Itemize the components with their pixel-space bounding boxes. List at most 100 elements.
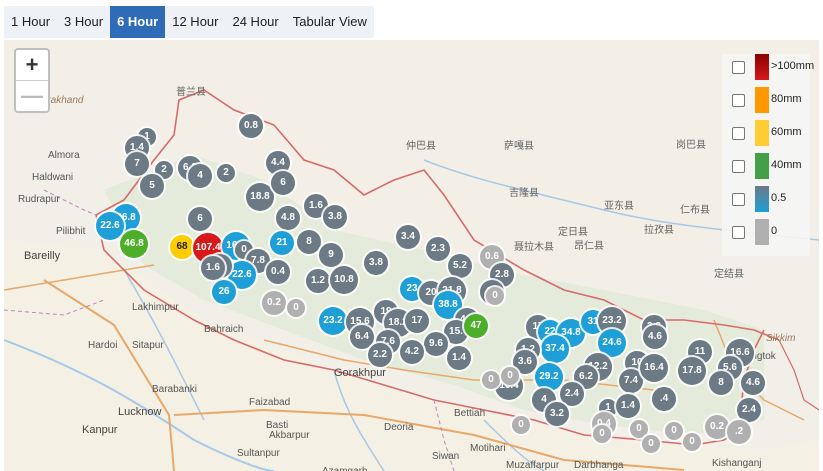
rainfall-marker[interactable]: 0.2 [262, 291, 286, 315]
rainfall-marker[interactable]: 1.4 [616, 394, 640, 418]
tab-24-hour[interactable]: 24 Hour [225, 6, 285, 38]
place-label: Pilibhit [56, 226, 86, 237]
legend-row: 60mm [722, 120, 810, 146]
place-label: Darbhanga [574, 460, 624, 471]
place-label: Kishanganj [712, 458, 762, 469]
rainfall-marker[interactable]: 3.2 [545, 402, 569, 426]
rainfall-marker[interactable]: 0.4 [266, 260, 290, 284]
rainfall-marker[interactable]: 3.8 [364, 251, 388, 275]
place-label: Faizabad [249, 397, 291, 408]
rainfall-marker[interactable]: 5.2 [448, 254, 472, 278]
rainfall-marker[interactable]: 16.4 [640, 354, 668, 382]
place-label: Barabanki [152, 384, 198, 395]
rainfall-marker[interactable]: 6.4 [350, 325, 374, 349]
legend-label: 0 [771, 225, 778, 237]
rainfall-marker[interactable]: 10.8 [330, 266, 358, 294]
tab-6-hour[interactable]: 6 Hour [110, 6, 166, 38]
zoom-in-button[interactable]: + [16, 50, 48, 80]
rainfall-marker[interactable]: 8 [297, 230, 321, 254]
rainfall-marker[interactable]: 1.4 [447, 346, 471, 370]
legend-row: 40mm [722, 153, 810, 179]
zoom-out-button[interactable]: — [16, 80, 48, 111]
rainfall-marker[interactable]: 47 [464, 314, 488, 338]
tab-1-hour[interactable]: 1 Hour [4, 6, 57, 38]
rainfall-marker[interactable]: 0 [665, 422, 683, 440]
tab-tabular-view[interactable]: Tabular View [286, 6, 374, 38]
rainfall-marker[interactable]: 7 [125, 152, 149, 176]
rainfall-marker[interactable]: 46.8 [120, 230, 148, 258]
rainfall-marker[interactable]: 29.2 [535, 363, 563, 391]
rainfall-marker[interactable]: 17 [405, 309, 429, 333]
place-label: Siwan [432, 451, 460, 462]
place-label: Bahraich [204, 324, 244, 335]
rainfall-marker[interactable]: 0 [287, 299, 305, 317]
rainfall-marker[interactable]: 7.4 [619, 369, 643, 393]
legend-label: >100mm [771, 60, 815, 72]
legend-checkbox[interactable] [732, 226, 745, 239]
rainfall-marker[interactable]: 0 [486, 287, 504, 305]
rainfall-marker[interactable]: 21 [270, 231, 294, 255]
rainfall-marker[interactable]: 5 [140, 174, 164, 198]
rainfall-marker[interactable]: 0 [482, 371, 500, 389]
legend-checkbox[interactable] [732, 160, 745, 173]
legend-checkbox[interactable] [732, 127, 745, 140]
rainfall-marker[interactable]: 37.4 [541, 335, 569, 363]
rainfall-marker[interactable]: .2 [727, 420, 751, 444]
legend-checkbox[interactable] [732, 193, 745, 206]
legend-label: 60mm [771, 126, 802, 138]
rainfall-marker[interactable]: 0 [642, 435, 660, 453]
rainfall-marker[interactable]: 4.2 [400, 340, 424, 364]
rainfall-marker[interactable]: 0 [501, 367, 519, 385]
rainfall-legend: >100mm 80mm 60mm 40mm 0.5 0 [722, 54, 814, 256]
rainfall-marker[interactable]: 2.4 [737, 398, 761, 422]
legend-checkbox[interactable] [732, 94, 745, 107]
legend-swatch [755, 120, 769, 146]
rainfall-marker[interactable]: 9 [319, 243, 343, 267]
legend-row: 0.5 [722, 186, 810, 212]
rainfall-marker[interactable]: 8 [709, 371, 733, 395]
place-label: Muzaffarpur [506, 460, 560, 471]
tab-3-hour[interactable]: 3 Hour [57, 6, 110, 38]
rainfall-marker[interactable]: 0.2 [705, 415, 729, 439]
rainfall-marker[interactable]: 4.8 [276, 206, 300, 230]
rainfall-marker[interactable]: 1.6 [201, 256, 225, 280]
rainfall-marker[interactable]: 3.8 [323, 205, 347, 229]
legend-label: 40mm [771, 159, 802, 171]
rainfall-marker[interactable]: 2 [217, 164, 235, 182]
legend-checkbox[interactable] [732, 61, 745, 74]
legend-swatch [755, 153, 769, 179]
place-label: 仁布县 [680, 205, 710, 216]
rainfall-marker[interactable]: 6 [188, 207, 212, 231]
rainfall-map[interactable]: + — Uttarakhand Almora Haldwani Rudrapur Pil… [4, 40, 819, 471]
rainfall-marker[interactable]: 0 [593, 425, 611, 443]
rainfall-marker[interactable]: 0 [683, 433, 701, 451]
rainfall-marker[interactable]: 2.4 [560, 382, 584, 406]
rainfall-marker[interactable]: 2.2 [368, 343, 392, 367]
rainfall-marker[interactable]: 3.4 [396, 225, 420, 249]
place-label: Sultanpur [237, 448, 280, 459]
legend-swatch [755, 54, 769, 80]
rainfall-marker[interactable]: .4 [652, 387, 676, 411]
place-label: Hardoi [88, 340, 118, 351]
rainfall-marker[interactable]: 22.6 [96, 212, 124, 240]
rainfall-marker[interactable]: 2.3 [426, 237, 450, 261]
rainfall-marker[interactable]: 18.8 [246, 183, 274, 211]
rainfall-marker[interactable]: 1.2 [306, 269, 330, 293]
rainfall-marker[interactable]: 9.6 [424, 332, 448, 356]
rainfall-marker[interactable]: 0 [512, 416, 530, 434]
rainfall-marker[interactable]: 0.8 [239, 114, 263, 138]
rainfall-marker[interactable]: 4.6 [741, 371, 765, 395]
rainfall-marker[interactable]: 17.8 [678, 357, 706, 385]
rainfall-marker[interactable]: 0 [630, 420, 648, 438]
legend-swatch [755, 87, 769, 113]
rainfall-marker[interactable]: 6 [271, 171, 295, 195]
rainfall-marker[interactable]: 4.6 [643, 325, 667, 349]
rainfall-marker[interactable]: 68 [170, 235, 194, 259]
tab-12-hour[interactable]: 12 Hour [165, 6, 225, 38]
legend-label: 80mm [771, 93, 802, 105]
rainfall-marker[interactable]: 4 [188, 164, 212, 188]
time-range-tabs: 1 Hour 3 Hour 6 Hour 12 Hour 24 Hour Tabular … [4, 6, 374, 38]
place-label: 亚东县 [604, 201, 634, 212]
rainfall-marker[interactable]: 26 [212, 280, 236, 304]
rainfall-marker[interactable]: 23.2 [319, 307, 347, 335]
